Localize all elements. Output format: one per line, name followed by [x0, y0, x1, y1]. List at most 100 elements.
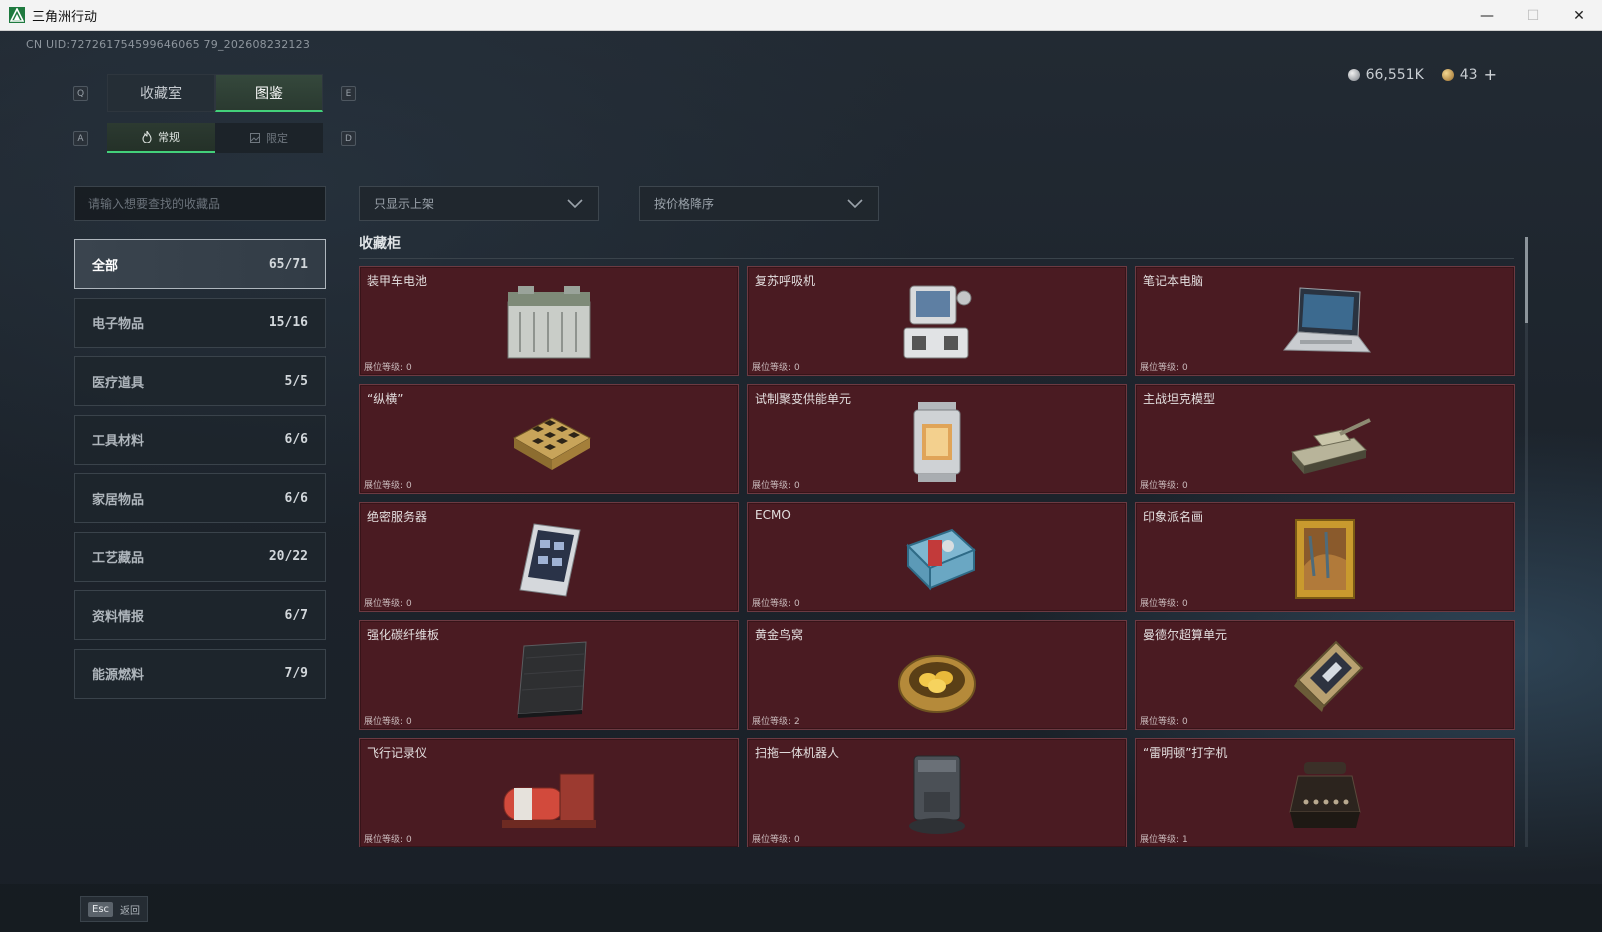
collectible-card-golden-nest[interactable]: 黄金鸟窝 展位等级: 2: [747, 620, 1127, 730]
painting-icon: [1265, 515, 1385, 605]
currency-silver-value: 66,551K: [1365, 66, 1424, 83]
collectible-name: 绝密服务器: [367, 510, 428, 524]
key-hint-q: Q: [73, 86, 88, 101]
collectible-card-typewriter[interactable]: “雷明顿”打字机 展位等级: 1: [1135, 738, 1515, 847]
silver-coin-icon: [1347, 68, 1360, 81]
shelf-filter-label: 只显示上架: [374, 197, 435, 211]
section-title: 收藏柜: [359, 236, 401, 252]
collectible-name: 主战坦克模型: [1143, 392, 1216, 406]
category-count: 6/6: [284, 432, 308, 447]
category-energy[interactable]: 能源燃料 7/9: [74, 648, 326, 699]
supercompute-icon: [1265, 633, 1385, 723]
collection-grid: 装甲车电池 展位等级: 0 复苏呼吸机 展位等级: 0 笔记本电脑 展位等级: …: [359, 266, 1519, 847]
collection-grid-viewport: 装甲车电池 展位等级: 0 复苏呼吸机 展位等级: 0 笔记本电脑 展位等级: …: [359, 266, 1519, 847]
collectible-card-carbon-plate[interactable]: 强化碳纤维板 展位等级: 0: [359, 620, 739, 730]
search-input[interactable]: [74, 186, 326, 221]
add-currency-button[interactable]: +: [1484, 65, 1497, 84]
collectible-card-robot-vacuum[interactable]: 扫拖一体机器人 展位等级: 0: [747, 738, 1127, 847]
collectible-name: 强化碳纤维板: [367, 628, 440, 642]
collectible-level: 展位等级: 0: [1140, 599, 1188, 609]
tab-catalog[interactable]: 图鉴: [215, 74, 323, 112]
category-tools[interactable]: 工具材料 6/6: [74, 414, 326, 465]
category-intel[interactable]: 资料情报 6/7: [74, 590, 326, 640]
collectible-name: 扫拖一体机器人: [755, 746, 840, 760]
category-household[interactable]: 家居物品 6/6: [74, 473, 326, 523]
uid-label: CN UID:727261754599646065 79_20260823212…: [26, 38, 311, 51]
category-count: 6/7: [284, 607, 308, 623]
category-count: 6/6: [284, 490, 308, 506]
collectible-level: 展位等级: 0: [364, 599, 412, 609]
typewriter-icon: [1265, 751, 1385, 841]
sub-tabs: 常规 限定: [107, 123, 323, 153]
collectible-name: 曼德尔超算单元: [1143, 628, 1228, 642]
chevron-down-icon: [847, 198, 863, 208]
collectible-level: 展位等级: 0: [1140, 481, 1188, 491]
collectible-level: 展位等级: 0: [364, 363, 412, 373]
image-icon: [250, 133, 260, 143]
bottom-bar: Esc 返回: [0, 884, 1602, 932]
collectible-card-painting[interactable]: 印象派名画 展位等级: 0: [1135, 502, 1515, 612]
collectible-card-armored-battery[interactable]: 装甲车电池 展位等级: 0: [359, 266, 739, 376]
subtab-limited-label: 限定: [266, 132, 288, 145]
collectible-name: 笔记本电脑: [1143, 274, 1204, 288]
scrollbar-thumb[interactable]: [1525, 237, 1528, 323]
section-divider: [359, 258, 1514, 259]
collectible-name: 飞行记录仪: [367, 746, 428, 760]
category-crafts[interactable]: 工艺藏品 20/22: [74, 531, 326, 582]
tab-collection-room[interactable]: 收藏室: [107, 74, 215, 112]
gold-coin-icon: [1441, 68, 1454, 81]
category-count: 5/5: [284, 373, 308, 389]
category-label: 能源燃料: [92, 668, 145, 683]
shelf-filter-dropdown[interactable]: 只显示上架: [359, 186, 599, 221]
robot-vacuum-icon: [877, 751, 997, 841]
back-button[interactable]: Esc 返回: [80, 896, 149, 922]
collectible-level: 展位等级: 0: [364, 481, 412, 491]
collectible-card-ventilator[interactable]: 复苏呼吸机 展位等级: 0: [747, 266, 1127, 376]
flight-recorder-icon: [489, 751, 609, 841]
collectible-card-laptop[interactable]: 笔记本电脑 展位等级: 0: [1135, 266, 1515, 376]
collectible-name: 试制聚变供能单元: [755, 392, 852, 406]
close-button[interactable]: ✕: [1556, 0, 1602, 31]
collectible-level: 展位等级: 0: [1140, 717, 1188, 727]
collectible-name: 装甲车电池: [367, 274, 428, 288]
chessboard-icon: [489, 397, 609, 487]
category-electronics[interactable]: 电子物品 15/16: [74, 297, 326, 348]
sort-label: 按价格降序: [654, 197, 715, 211]
currency-gold: 43 +: [1441, 65, 1497, 84]
collectible-card-supercompute[interactable]: 曼德尔超算单元 展位等级: 0: [1135, 620, 1515, 730]
collectible-card-chessboard[interactable]: “纵横” 展位等级: 0: [359, 384, 739, 494]
sort-dropdown[interactable]: 按价格降序: [639, 186, 879, 221]
category-count: 65/71: [268, 256, 308, 272]
ecmo-icon: [877, 515, 997, 605]
esc-key-badge: Esc: [88, 901, 114, 917]
collectible-card-tank-model[interactable]: 主战坦克模型 展位等级: 0: [1135, 384, 1515, 494]
app-logo-icon: [9, 7, 25, 23]
laptop-icon: [1265, 279, 1385, 369]
maximize-button[interactable]: ☐: [1510, 0, 1556, 31]
currency-silver: 66,551K: [1347, 66, 1424, 83]
category-label: 工具材料: [92, 434, 145, 449]
battery-icon: [489, 279, 609, 369]
collectible-card-flight-recorder[interactable]: 飞行记录仪 展位等级: 0: [359, 738, 739, 847]
collectible-level: 展位等级: 0: [364, 835, 412, 845]
collectible-card-ecmo[interactable]: ECMO 展位等级: 0: [747, 502, 1127, 612]
category-label: 资料情报: [92, 609, 145, 625]
subtab-regular[interactable]: 常规: [107, 123, 215, 153]
currency-gold-value: 43: [1459, 66, 1478, 83]
collectible-card-fusion-unit[interactable]: 试制聚变供能单元 展位等级: 0: [747, 384, 1127, 494]
back-label: 返回: [120, 905, 141, 917]
category-all[interactable]: 全部 65/71: [74, 239, 326, 289]
collectible-name: 印象派名画: [1143, 510, 1204, 524]
chevron-down-icon: [567, 198, 583, 208]
collectible-card-server[interactable]: 绝密服务器 展位等级: 0: [359, 502, 739, 612]
window-titlebar: 三角洲行动 — ☐ ✕: [0, 0, 1602, 31]
tank-model-icon: [1265, 397, 1385, 487]
subtab-limited[interactable]: 限定: [215, 123, 323, 153]
category-label: 医疗道具: [92, 375, 145, 391]
collectible-name: “雷明顿”打字机: [1143, 746, 1228, 760]
category-medical[interactable]: 医疗道具 5/5: [74, 356, 326, 406]
key-hint-e: E: [341, 86, 356, 101]
collectible-level: 展位等级: 0: [752, 363, 800, 373]
scrollbar-track[interactable]: [1525, 237, 1528, 847]
minimize-button[interactable]: —: [1464, 0, 1510, 31]
